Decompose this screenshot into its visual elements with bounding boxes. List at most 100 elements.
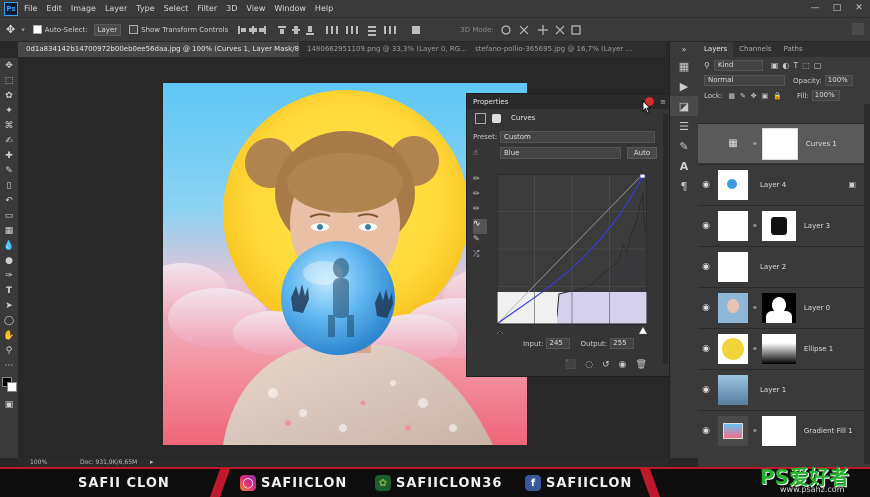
quick-select-tool-icon[interactable]: ✦ xyxy=(0,103,18,118)
show-transform-checkbox[interactable] xyxy=(129,25,139,34)
menu-layer[interactable]: Layer xyxy=(105,4,127,13)
visibility-eye-icon[interactable]: ◉ xyxy=(698,180,714,190)
tab-layers[interactable]: Layers xyxy=(698,42,734,57)
instagram-handle[interactable]: ◯ SAFIICLON xyxy=(240,475,347,491)
close-icon[interactable]: ✕ xyxy=(848,0,870,17)
move-tool-icon[interactable]: ✥ xyxy=(0,58,18,73)
layer-mask-thumbnail[interactable] xyxy=(761,292,796,323)
panel-menu-icon[interactable]: ≡ xyxy=(660,98,666,106)
quick-mask-icon[interactable]: ▣ xyxy=(0,397,18,412)
shape-tool-icon[interactable]: ◯ xyxy=(0,313,18,328)
layer-mask-thumbnail[interactable] xyxy=(761,127,798,160)
opacity-field[interactable]: 100% xyxy=(824,75,853,86)
zoom-level[interactable]: 100% xyxy=(30,459,47,466)
visibility-eye-icon[interactable]: ◉ xyxy=(698,262,714,272)
fill-field[interactable]: 100% xyxy=(811,90,840,101)
menu-help[interactable]: Help xyxy=(315,4,333,13)
layer-mask-thumbnail[interactable] xyxy=(761,415,796,446)
pencil-tool-icon[interactable]: ✎ xyxy=(473,234,487,249)
menu-view[interactable]: View xyxy=(246,4,265,13)
black-point-eyedropper-icon[interactable]: ✏ xyxy=(473,174,487,189)
zoom-tool-icon[interactable]: ⚲ xyxy=(0,343,18,358)
visibility-eye-icon[interactable]: ◉ xyxy=(698,385,714,395)
layer-mask-thumbnail[interactable] xyxy=(761,210,796,241)
blur-tool-icon[interactable]: 💧 xyxy=(0,238,18,253)
filter-search-icon[interactable]: ⚲ xyxy=(704,61,710,70)
chain-link-icon[interactable]: ⚭ xyxy=(752,427,758,435)
brush-settings-icon[interactable]: ✎ xyxy=(670,136,698,156)
channel-dropdown[interactable]: Blue xyxy=(500,147,621,159)
auto-select-dropdown[interactable]: Layer xyxy=(93,23,122,36)
crop-tool-icon[interactable]: ⌘ xyxy=(0,118,18,133)
chain-link-icon[interactable]: ⚭ xyxy=(752,345,758,353)
gradient-tool-icon[interactable]: ▦ xyxy=(0,223,18,238)
lock-icons[interactable]: ▦✎✥▣🔒 xyxy=(728,92,787,100)
layer-row-layer-0[interactable]: ◉ ⚭ Layer 0 xyxy=(698,287,864,327)
align-distribute-icons[interactable] xyxy=(234,24,454,36)
visibility-icon[interactable]: ◉ xyxy=(619,360,627,370)
white-point-eyedropper-icon[interactable]: ✏ xyxy=(473,204,487,219)
tab-document-3[interactable]: stefano-pollio-365695.jpg @ 16,7% (Layer… xyxy=(467,42,658,57)
tool-preset-arrow-icon[interactable]: ▾ xyxy=(21,26,25,34)
clone-stamp-tool-icon[interactable]: ▯ xyxy=(0,178,18,193)
properties-header[interactable]: Properties ≡ xyxy=(467,94,670,109)
tab-channels[interactable]: Channels xyxy=(733,42,777,57)
tab-document-1[interactable]: 0d1a834142b14700972b00eb0ee56daa.jpg @ 1… xyxy=(18,42,299,57)
preset-dropdown[interactable]: Custom xyxy=(500,131,655,143)
visibility-eye-icon[interactable]: ◉ xyxy=(698,426,714,436)
menu-image[interactable]: Image xyxy=(71,4,96,13)
layer-row-layer-2[interactable]: ◉ Layer 2 xyxy=(698,246,864,286)
actions-icon[interactable]: ▶ xyxy=(670,76,698,96)
output-field[interactable]: 255 xyxy=(610,338,635,349)
dodge-tool-icon[interactable]: ● xyxy=(0,253,18,268)
reset-icon[interactable]: ↺ xyxy=(602,360,610,370)
layer-row-layer-1[interactable]: ◉ Layer 1 xyxy=(698,369,864,409)
eraser-tool-icon[interactable]: ▭ xyxy=(0,208,18,223)
layers-scrollbar[interactable] xyxy=(864,104,870,464)
paragraph-icon[interactable]: ¶ xyxy=(670,176,698,196)
curves-graph[interactable] xyxy=(497,174,647,334)
chain-link-icon[interactable]: ⚭ xyxy=(752,222,758,230)
layer-row-layer-3[interactable]: ◉ ⚭ Layer 3 xyxy=(698,205,864,245)
visibility-eye-icon[interactable]: ◉ xyxy=(698,303,714,313)
clip-to-layer-icon[interactable]: ⬛ xyxy=(565,360,576,370)
blend-mode-dropdown[interactable]: Normal xyxy=(704,75,785,86)
menu-type[interactable]: Type xyxy=(136,4,154,13)
brush-tool-icon[interactable]: ✎ xyxy=(0,163,18,178)
layer-row-layer-4[interactable]: ◉ Layer 4 ▣ xyxy=(698,164,864,204)
pen-tool-icon[interactable]: ✑ xyxy=(0,268,18,283)
collapse-icon[interactable]: » xyxy=(670,42,698,56)
3d-mode-icons[interactable] xyxy=(500,24,620,36)
move-tool-icon[interactable]: ✥ xyxy=(6,23,15,36)
curve-point-tool-icon[interactable]: ∿ xyxy=(473,219,487,234)
hand-tool-icon[interactable]: ✋ xyxy=(0,328,18,343)
adjustments-icon[interactable]: ◪ xyxy=(670,96,698,116)
maximize-icon[interactable]: □ xyxy=(826,0,848,17)
layer-row-curves-1[interactable]: ▦ ⚭ Curves 1 xyxy=(698,123,864,163)
color-swatches[interactable] xyxy=(0,373,18,397)
tab-paths[interactable]: Paths xyxy=(778,42,809,57)
input-field[interactable]: 245 xyxy=(546,338,571,349)
healing-brush-tool-icon[interactable]: ✚ xyxy=(0,148,18,163)
properties-icon[interactable]: ☰ xyxy=(670,116,698,136)
status-arrow-icon[interactable]: ▸ xyxy=(150,458,154,466)
menu-edit[interactable]: Edit xyxy=(46,4,62,13)
layer-mask-thumbnail[interactable] xyxy=(761,333,796,364)
type-tool-icon[interactable]: T xyxy=(0,283,18,298)
layer-row-gradient-fill-1[interactable]: ◉ ⚭ Gradient Fill 1 xyxy=(698,410,864,450)
menu-filter[interactable]: Filter xyxy=(197,4,217,13)
workspace-icon[interactable] xyxy=(852,23,864,35)
menu-3d[interactable]: 3D xyxy=(226,4,237,13)
visibility-eye-icon[interactable]: ◉ xyxy=(698,221,714,231)
lasso-tool-icon[interactable]: ✿ xyxy=(0,88,18,103)
view-previous-icon[interactable]: ◌ xyxy=(585,360,593,370)
menu-select[interactable]: Select xyxy=(164,4,189,13)
tab-document-2[interactable]: 1480662951109.png @ 33,3% (Layer 0, RG..… xyxy=(299,42,467,57)
menu-file[interactable]: File xyxy=(24,4,37,13)
more-tools-icon[interactable]: ⋯ xyxy=(0,358,18,373)
chain-link-icon[interactable]: ⚭ xyxy=(752,304,758,312)
document-size[interactable]: Doc: 931,9K/6,65M xyxy=(80,459,137,466)
path-selection-tool-icon[interactable]: ➤ xyxy=(0,298,18,313)
gray-point-eyedropper-icon[interactable]: ✏ xyxy=(473,189,487,204)
auto-button[interactable]: Auto xyxy=(627,147,657,159)
